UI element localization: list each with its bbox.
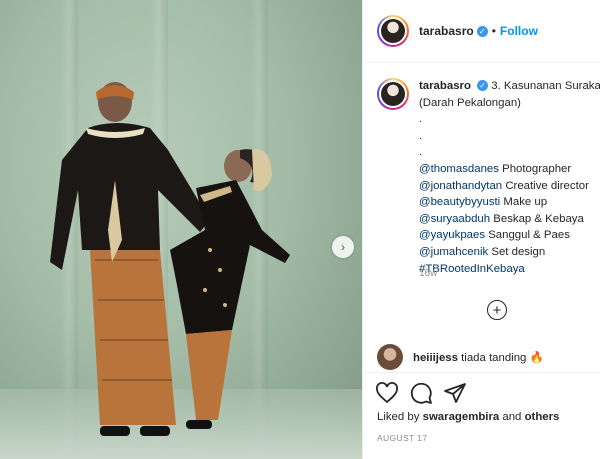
mention-link[interactable]: @jumahcenik xyxy=(419,246,488,258)
credit-role: Sanggul & Paes xyxy=(488,229,570,242)
credit-role: Beskap & Kebaya xyxy=(493,212,584,225)
comment-text: tiada tanding 🔥 xyxy=(461,352,544,364)
likes-and: and xyxy=(502,411,522,423)
credit-role: Make up xyxy=(503,196,548,209)
avatar[interactable] xyxy=(377,15,409,47)
likes-prefix: Liked by xyxy=(377,411,420,423)
follow-button[interactable]: Follow xyxy=(500,24,538,38)
credit-role: Set design xyxy=(491,245,546,258)
caption-dot: . xyxy=(419,146,423,159)
caption-title: 3. Kasunanan Surakarta xyxy=(491,80,600,92)
post-date[interactable]: AUGUST 17 xyxy=(363,423,600,443)
caption-dot: . xyxy=(419,113,423,126)
comment-username[interactable]: heiiijess xyxy=(413,352,458,364)
mention-link[interactable]: @jonathandytan xyxy=(419,180,502,192)
verified-badge-icon: ✓ xyxy=(476,25,488,37)
caption-dot: . xyxy=(419,129,423,142)
mention-link[interactable]: @suryaabduh xyxy=(419,213,490,225)
action-bar: Liked by swaragembira and others AUGUST … xyxy=(363,372,600,443)
avatar-image xyxy=(379,80,407,108)
separator-dot: • xyxy=(491,24,496,38)
couple-figures xyxy=(50,82,290,436)
share-icon[interactable] xyxy=(443,381,467,405)
heart-icon[interactable] xyxy=(375,381,399,405)
caption: tarabasro ✓ 3. Kasunanan Surakarta (Dara… xyxy=(377,78,600,277)
mention-link[interactable]: @beautybyyusti xyxy=(419,196,500,208)
avatar-image xyxy=(379,17,407,45)
caption-time[interactable]: 16w xyxy=(419,268,437,279)
caption-username[interactable]: tarabasro xyxy=(419,80,471,92)
hashtag-link[interactable]: #TBRootedInKebaya xyxy=(419,261,600,278)
plus-circle-icon[interactable]: + xyxy=(487,300,507,320)
caption-subtitle: (Darah Pekalongan) xyxy=(419,96,521,109)
post-photo[interactable]: › xyxy=(0,0,362,459)
post-header: tarabasro ✓ • Follow xyxy=(363,0,600,63)
likes-line: Liked by swaragembira and others xyxy=(363,405,600,423)
carousel-next-button[interactable]: › xyxy=(332,236,354,258)
caption-text: tarabasro ✓ 3. Kasunanan Surakarta (Dara… xyxy=(419,78,600,277)
header-username[interactable]: tarabasro xyxy=(419,24,474,38)
likes-others[interactable]: others xyxy=(525,411,560,423)
post-side-panel: tarabasro ✓ • Follow tarabasro ✓ 3. Kasu… xyxy=(362,0,600,459)
chevron-right-icon: › xyxy=(341,240,345,254)
mention-link[interactable]: @yayukpaes xyxy=(419,229,485,241)
credit-role: Creative director xyxy=(505,179,589,192)
likes-user[interactable]: swaragembira xyxy=(423,411,500,423)
credit-role: Photographer xyxy=(502,162,572,175)
comment-row: heiiijess tiada tanding 🔥 xyxy=(377,344,544,370)
verified-badge-icon: ✓ xyxy=(477,80,489,92)
caption-avatar[interactable] xyxy=(377,78,409,110)
comment-icon[interactable] xyxy=(409,381,433,405)
commenter-avatar[interactable] xyxy=(377,344,403,370)
mention-link[interactable]: @thomasdanes xyxy=(419,163,499,175)
